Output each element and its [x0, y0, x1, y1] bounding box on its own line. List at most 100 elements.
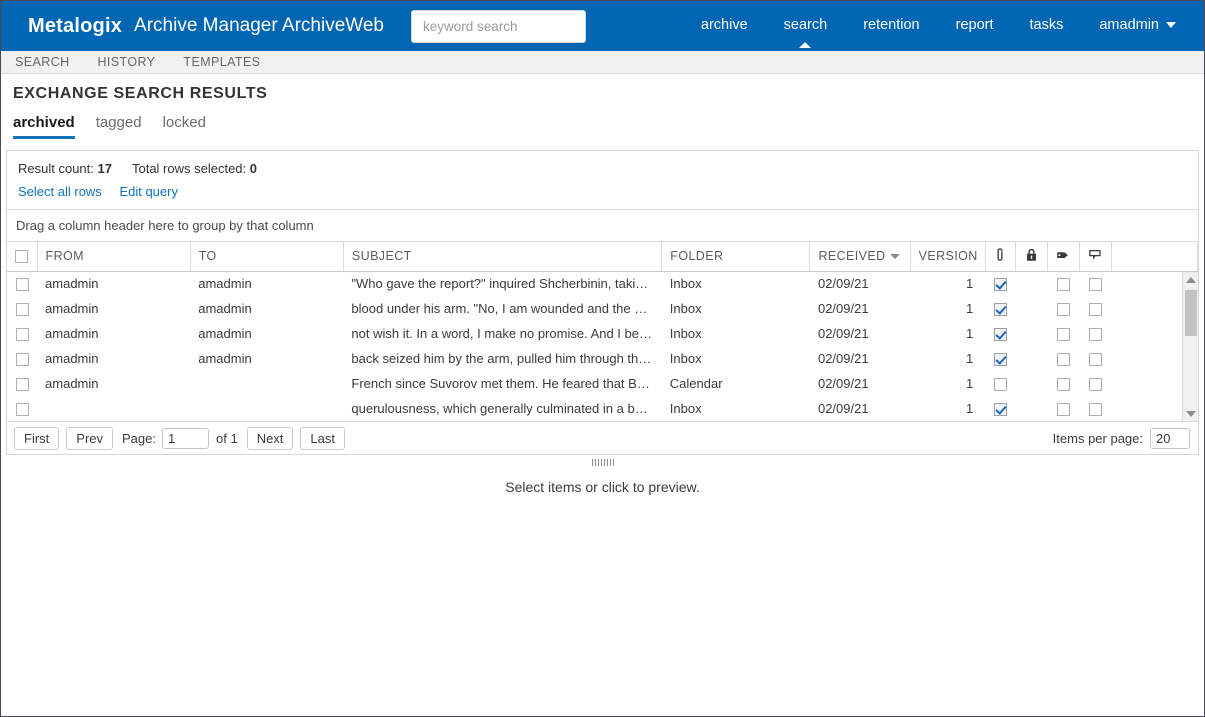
column-header-attachment[interactable]	[985, 242, 1016, 272]
cell-note[interactable]	[1079, 371, 1111, 396]
row-select-cell[interactable]	[7, 296, 37, 321]
cell-attachment[interactable]	[985, 271, 1015, 296]
row-select-cell[interactable]	[7, 396, 37, 421]
column-header-tag[interactable]	[1047, 242, 1080, 272]
column-header-spacer	[1111, 242, 1199, 272]
tag-checkbox[interactable]	[1056, 303, 1070, 317]
first-page-button[interactable]: First	[14, 426, 60, 450]
cell-note[interactable]	[1079, 346, 1111, 371]
subnav-item-history[interactable]: HISTORY	[98, 55, 156, 69]
column-header-from[interactable]: FROM	[37, 242, 191, 272]
cell-tag[interactable]	[1047, 296, 1079, 321]
attachment-checkbox[interactable]	[993, 328, 1007, 342]
cell-to: amadmin	[198, 326, 252, 341]
grid-vertical-scrollbar[interactable]	[1182, 272, 1198, 421]
cell-note[interactable]	[1079, 271, 1111, 296]
nav-item-retention[interactable]: retention	[863, 17, 919, 35]
column-header-locked[interactable]	[1015, 242, 1048, 272]
attachment-checkbox[interactable]	[993, 353, 1007, 367]
table-row[interactable]: amadmin amadmin not wish it. In a word, …	[7, 321, 1198, 346]
row-select-checkbox[interactable]	[15, 353, 29, 367]
row-select-checkbox[interactable]	[15, 403, 29, 417]
prev-page-button[interactable]: Prev	[66, 426, 114, 450]
nav-item-user-menu[interactable]: amadmin	[1099, 17, 1176, 35]
cell-attachment[interactable]	[985, 396, 1015, 421]
column-header-received[interactable]: RECEIVED	[809, 242, 911, 272]
cell-attachment[interactable]	[985, 321, 1015, 346]
scroll-up-button[interactable]	[1183, 272, 1198, 287]
attachment-checkbox[interactable]	[993, 403, 1007, 417]
row-select-checkbox[interactable]	[15, 278, 29, 292]
splitter-grip-icon	[591, 458, 614, 466]
column-header-folder[interactable]: FOLDER	[661, 242, 811, 272]
keyword-search-input[interactable]	[410, 9, 586, 43]
row-select-checkbox[interactable]	[15, 378, 29, 392]
cell-tag[interactable]	[1047, 346, 1079, 371]
nav-item-search[interactable]: search	[784, 17, 828, 35]
note-checkbox[interactable]	[1088, 378, 1102, 392]
edit-query-link[interactable]: Edit query	[119, 184, 178, 199]
table-row[interactable]: amadmin amadmin blood under his arm. "No…	[7, 296, 1198, 321]
subnav-item-search[interactable]: SEARCH	[15, 55, 70, 69]
column-header-select-all[interactable]	[7, 242, 38, 272]
cell-version: 1	[965, 276, 974, 292]
row-select-cell[interactable]	[7, 271, 37, 296]
select-all-rows-link[interactable]: Select all rows	[18, 184, 102, 199]
note-checkbox[interactable]	[1088, 353, 1102, 367]
cell-note[interactable]	[1079, 296, 1111, 321]
tab-locked[interactable]: locked	[163, 114, 206, 139]
preview-splitter-handle[interactable]	[1, 455, 1204, 469]
attachment-checkbox[interactable]	[993, 303, 1007, 317]
row-select-checkbox[interactable]	[15, 328, 29, 342]
note-checkbox[interactable]	[1088, 278, 1102, 292]
tag-checkbox[interactable]	[1056, 403, 1070, 417]
cell-tag[interactable]	[1047, 321, 1079, 346]
cell-folder: Inbox	[669, 276, 702, 292]
scroll-down-button[interactable]	[1183, 406, 1198, 421]
note-checkbox[interactable]	[1088, 303, 1102, 317]
cell-folder: Inbox	[669, 401, 702, 416]
row-select-checkbox[interactable]	[15, 303, 29, 317]
table-row[interactable]: amadmin French since Suvorov met them. H…	[7, 371, 1198, 396]
next-page-button[interactable]: Next	[246, 426, 294, 450]
scrollbar-thumb[interactable]	[1185, 290, 1197, 336]
tab-archived[interactable]: archived	[13, 114, 75, 139]
cell-attachment[interactable]	[985, 371, 1015, 396]
subnav-item-templates[interactable]: TEMPLATES	[183, 55, 260, 69]
tag-checkbox[interactable]	[1056, 353, 1070, 367]
select-all-checkbox[interactable]	[15, 250, 29, 264]
cell-note[interactable]	[1079, 396, 1111, 421]
items-per-page-input[interactable]	[1150, 427, 1190, 449]
nav-item-report[interactable]: report	[956, 17, 994, 35]
table-row[interactable]: querulousness, which generally culminate…	[7, 396, 1198, 421]
attachment-checkbox[interactable]	[993, 378, 1007, 392]
cell-tag[interactable]	[1047, 371, 1079, 396]
note-checkbox[interactable]	[1088, 328, 1102, 342]
cell-tag[interactable]	[1047, 271, 1079, 296]
column-header-version[interactable]: VERSION	[910, 242, 986, 272]
nav-item-tasks[interactable]: tasks	[1030, 17, 1064, 35]
column-header-subject[interactable]: SUBJECT	[343, 242, 663, 272]
column-header-note[interactable]	[1079, 242, 1112, 272]
cell-note[interactable]	[1079, 321, 1111, 346]
attachment-checkbox[interactable]	[993, 278, 1007, 292]
nav-item-archive[interactable]: archive	[701, 17, 748, 35]
row-select-cell[interactable]	[7, 346, 37, 371]
note-checkbox[interactable]	[1088, 403, 1102, 417]
row-select-cell[interactable]	[7, 371, 37, 396]
table-row[interactable]: amadmin amadmin "Who gave the report?" i…	[7, 271, 1198, 296]
cell-tag[interactable]	[1047, 396, 1079, 421]
tag-checkbox[interactable]	[1056, 278, 1070, 292]
column-header-to[interactable]: TO	[190, 242, 344, 272]
group-by-dropzone[interactable]: Drag a column header here to group by th…	[7, 209, 1198, 242]
cell-attachment[interactable]	[985, 296, 1015, 321]
cell-attachment[interactable]	[985, 346, 1015, 371]
last-page-button[interactable]: Last	[300, 426, 345, 450]
tag-checkbox[interactable]	[1056, 378, 1070, 392]
tab-tagged[interactable]: tagged	[96, 114, 142, 139]
row-select-cell[interactable]	[7, 321, 37, 346]
table-row[interactable]: amadmin amadmin back seized him by the a…	[7, 346, 1198, 371]
tag-checkbox[interactable]	[1056, 328, 1070, 342]
page-number-input[interactable]	[162, 427, 209, 449]
search-results-panel: Result count: 17 Total rows selected: 0 …	[6, 150, 1199, 455]
